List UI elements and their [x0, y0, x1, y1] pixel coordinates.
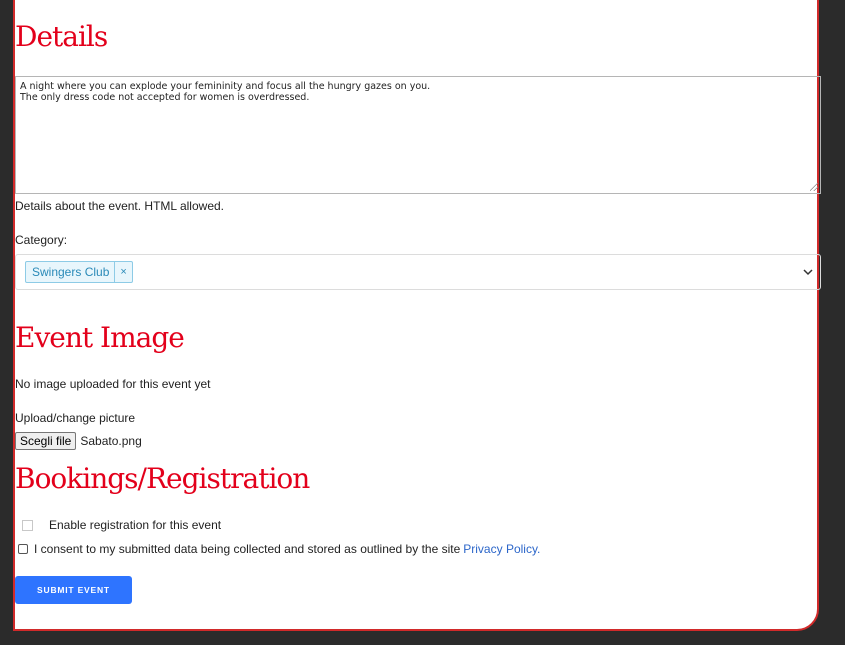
category-tag-label: Swingers Club — [32, 265, 110, 279]
details-text-line-1: A night where you can explode your femin… — [20, 81, 431, 92]
file-name: Sabato.png — [80, 434, 142, 448]
no-image-text: No image uploaded for this event yet — [15, 377, 211, 391]
details-heading: Details — [15, 20, 108, 53]
enable-registration-row: Enable registration for this event — [22, 518, 221, 532]
enable-registration-checkbox[interactable] — [22, 519, 33, 531]
consent-text: I consent to my submitted data being col… — [34, 542, 461, 556]
category-tag: Swingers Club × — [25, 261, 133, 283]
event-form-panel: Details A night where you can explode yo… — [13, 0, 821, 631]
submit-event-button[interactable]: SUBMIT EVENT — [15, 576, 132, 604]
consent-row: I consent to my submitted data being col… — [18, 542, 540, 556]
remove-tag-icon[interactable]: × — [114, 262, 131, 282]
enable-registration-label: Enable registration for this event — [49, 518, 222, 532]
details-text-line-2: The only dress code not accepted for wom… — [20, 92, 310, 103]
upload-label: Upload/change picture — [15, 411, 136, 425]
category-select[interactable]: Swingers Club × — [15, 254, 821, 290]
event-image-heading: Event Image — [15, 321, 185, 354]
bookings-heading: Bookings/Registration — [15, 462, 310, 495]
details-textarea[interactable]: A night where you can explode your femin… — [15, 76, 821, 194]
chevron-down-icon[interactable] — [802, 266, 814, 278]
resize-handle-icon[interactable] — [810, 183, 818, 191]
consent-checkbox[interactable] — [18, 544, 28, 554]
privacy-policy-link[interactable]: Privacy Policy. — [463, 542, 540, 556]
category-label: Category: — [15, 233, 68, 247]
details-help-text: Details about the event. HTML allowed. — [15, 199, 224, 213]
file-input: Scegli file Sabato.png — [15, 432, 142, 450]
choose-file-button[interactable]: Scegli file — [15, 432, 77, 450]
